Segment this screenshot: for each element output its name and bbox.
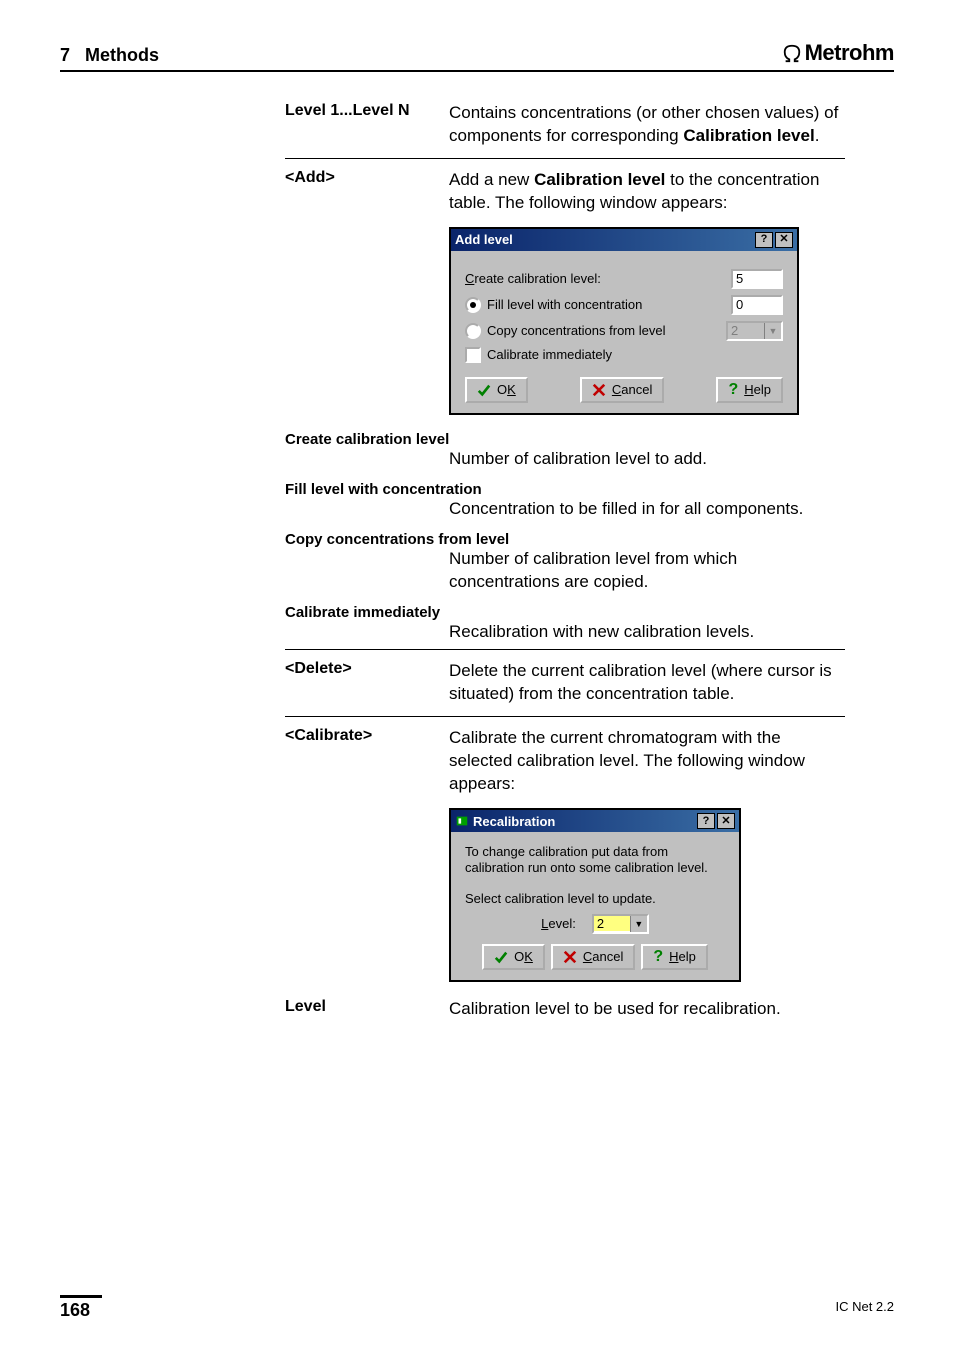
create-level-input[interactable] xyxy=(731,269,783,289)
row-level-range: Level 1...Level N Contains concentration… xyxy=(285,98,845,152)
chapter-label: 7 Methods xyxy=(60,45,159,66)
radio-icon xyxy=(465,323,481,339)
row-add: <Add> Add a new Calibration level to the… xyxy=(285,165,845,219)
page-footer: 168 IC Net 2.2 xyxy=(60,1295,894,1321)
row-body: Delete the current calibration level (wh… xyxy=(449,660,845,706)
def-calib-heading: Calibrate immediately xyxy=(285,604,845,621)
x-icon xyxy=(563,950,577,964)
chevron-down-icon: ▼ xyxy=(630,916,647,932)
ok-button[interactable]: OK xyxy=(482,944,545,970)
def-create-body: Number of calibration level to add. xyxy=(449,448,845,471)
dialog-titlebar: Add level ? ✕ xyxy=(451,229,797,251)
row-body: Add a new Calibration level to the conce… xyxy=(449,169,845,215)
fill-level-input[interactable] xyxy=(731,295,783,315)
help-button[interactable]: ? Help xyxy=(716,377,783,403)
row-body: Calibration level to be used for recalib… xyxy=(449,998,845,1021)
cancel-button[interactable]: Cancel xyxy=(551,944,635,970)
row-level: Level Calibration level to be used for r… xyxy=(285,994,845,1025)
dialog-title: Add level xyxy=(455,232,513,247)
divider xyxy=(285,158,845,159)
brand-text: Metrohm xyxy=(805,40,894,66)
cancel-button[interactable]: Cancel xyxy=(580,377,664,403)
recalibration-dialog: Recalibration ? ✕ To change calibration … xyxy=(449,808,741,982)
app-icon xyxy=(455,814,469,828)
check-icon xyxy=(494,950,508,964)
recal-instruction-2: Select calibration level to update. xyxy=(465,891,725,906)
page-number: 168 xyxy=(60,1295,102,1321)
copy-level-radio[interactable]: Copy concentrations from level xyxy=(465,323,665,339)
row-label: <Delete> xyxy=(285,660,449,706)
create-level-label: Create calibration level: xyxy=(465,271,601,286)
row-body: Calibrate the current chromatogram with … xyxy=(449,727,845,796)
recal-instruction-1: To change calibration put data from cali… xyxy=(465,844,725,877)
ok-button[interactable]: OK xyxy=(465,377,528,403)
help-button[interactable]: ? Help xyxy=(641,944,708,970)
def-copy-heading: Copy concentrations from level xyxy=(285,531,845,548)
divider xyxy=(285,716,845,717)
radio-icon xyxy=(465,297,481,313)
fill-level-radio[interactable]: Fill level with concentration xyxy=(465,297,642,313)
calibrate-immediately-checkbox[interactable]: Calibrate immediately xyxy=(465,347,612,363)
chapter-number: 7 xyxy=(60,45,70,65)
def-create-heading: Create calibration level xyxy=(285,431,845,448)
def-copy-body: Number of calibration level from which c… xyxy=(449,548,845,594)
page-header: 7 Methods Metrohm xyxy=(60,40,894,72)
def-fill-body: Concentration to be filled in for all co… xyxy=(449,498,845,521)
recal-level-select[interactable]: 2 ▼ xyxy=(592,914,649,934)
chevron-down-icon: ▼ xyxy=(764,323,781,339)
brand-logo: Metrohm xyxy=(781,40,894,66)
titlebar-close-button[interactable]: ✕ xyxy=(717,813,735,829)
dialog-titlebar: Recalibration ? ✕ xyxy=(451,810,739,832)
checkbox-icon xyxy=(465,347,481,363)
x-icon xyxy=(592,383,606,397)
copy-level-select[interactable]: 2 ▼ xyxy=(726,321,783,341)
row-body: Contains concentrations (or other chosen… xyxy=(449,102,845,148)
row-label: Level 1...Level N xyxy=(285,102,449,148)
product-version: IC Net 2.2 xyxy=(835,1299,894,1314)
row-label: Level xyxy=(285,998,449,1021)
recal-level-label: Level: xyxy=(541,916,576,931)
chapter-title: Methods xyxy=(85,45,159,65)
add-level-dialog: Add level ? ✕ Create calibration level: xyxy=(449,227,799,415)
titlebar-close-button[interactable]: ✕ xyxy=(775,232,793,248)
titlebar-help-button[interactable]: ? xyxy=(755,232,773,248)
omega-icon xyxy=(781,43,803,63)
dialog-title: Recalibration xyxy=(473,814,555,829)
row-label: <Calibrate> xyxy=(285,727,449,796)
row-calibrate: <Calibrate> Calibrate the current chroma… xyxy=(285,723,845,800)
row-label: <Add> xyxy=(285,169,449,215)
def-fill-heading: Fill level with concentration xyxy=(285,481,845,498)
row-delete: <Delete> Delete the current calibration … xyxy=(285,656,845,710)
def-calib-body: Recalibration with new calibration level… xyxy=(449,621,845,644)
check-icon xyxy=(477,383,491,397)
question-icon: ? xyxy=(653,949,663,965)
divider xyxy=(285,649,845,650)
titlebar-help-button[interactable]: ? xyxy=(697,813,715,829)
question-icon: ? xyxy=(728,382,738,398)
